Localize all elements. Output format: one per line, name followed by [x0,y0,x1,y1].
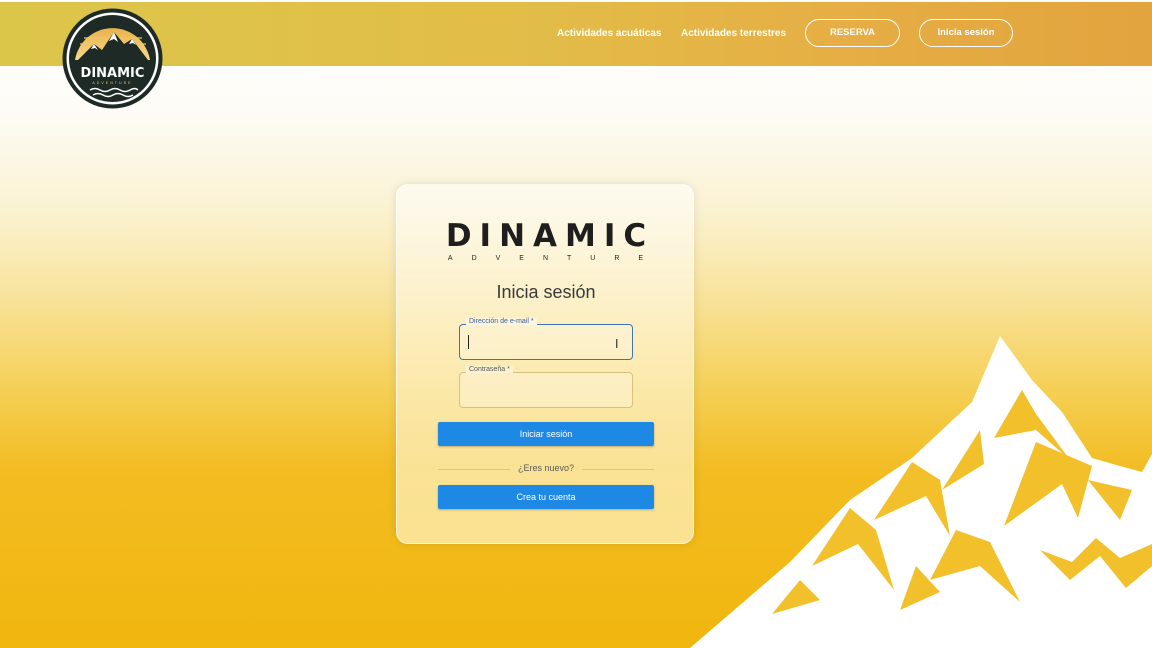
text-caret [468,335,469,349]
email-field[interactable]: Dirección de e-mail * I [459,318,633,360]
password-field[interactable]: Contraseña * [459,366,633,408]
login-submit-button[interactable]: Iniciar sesión [438,422,654,446]
create-account-button[interactable]: Crea tu cuenta [438,485,654,509]
main-nav: Actividades acuáticas Actividades terres… [0,19,1152,49]
divider-text: ¿Eres nuevo? [517,463,575,473]
nav-land-activities[interactable]: Actividades terrestres [681,19,786,49]
password-input[interactable] [460,373,632,407]
login-card: DINAMIC ADVENTURE Inicia sesión Direcció… [396,184,694,544]
card-brand-subtitle: ADVENTURE [447,255,663,262]
mountain-illustration [690,336,1152,648]
login-nav-button[interactable]: Inicia sesión [919,19,1013,47]
top-navigation-bar: Actividades acuáticas Actividades terres… [0,0,1152,66]
email-input[interactable] [460,325,632,359]
site-logo[interactable]: DINAMIC ADVENTURE [62,8,163,109]
email-field-label: Dirección de e-mail * [466,318,537,325]
new-user-divider: ¿Eres nuevo? [438,463,654,475]
card-brand-logo: DINAMIC [445,218,655,254]
logo-brand-text: DINAMIC [81,66,145,81]
login-title: Inicia sesión [496,282,596,302]
logo-tagline-text: ADVENTURE [92,81,132,85]
booking-button[interactable]: RESERVA [805,19,900,47]
nav-water-activities[interactable]: Actividades acuáticas [557,19,662,49]
text-cursor-icon: I [615,337,619,351]
password-field-label: Contraseña * [466,366,513,373]
